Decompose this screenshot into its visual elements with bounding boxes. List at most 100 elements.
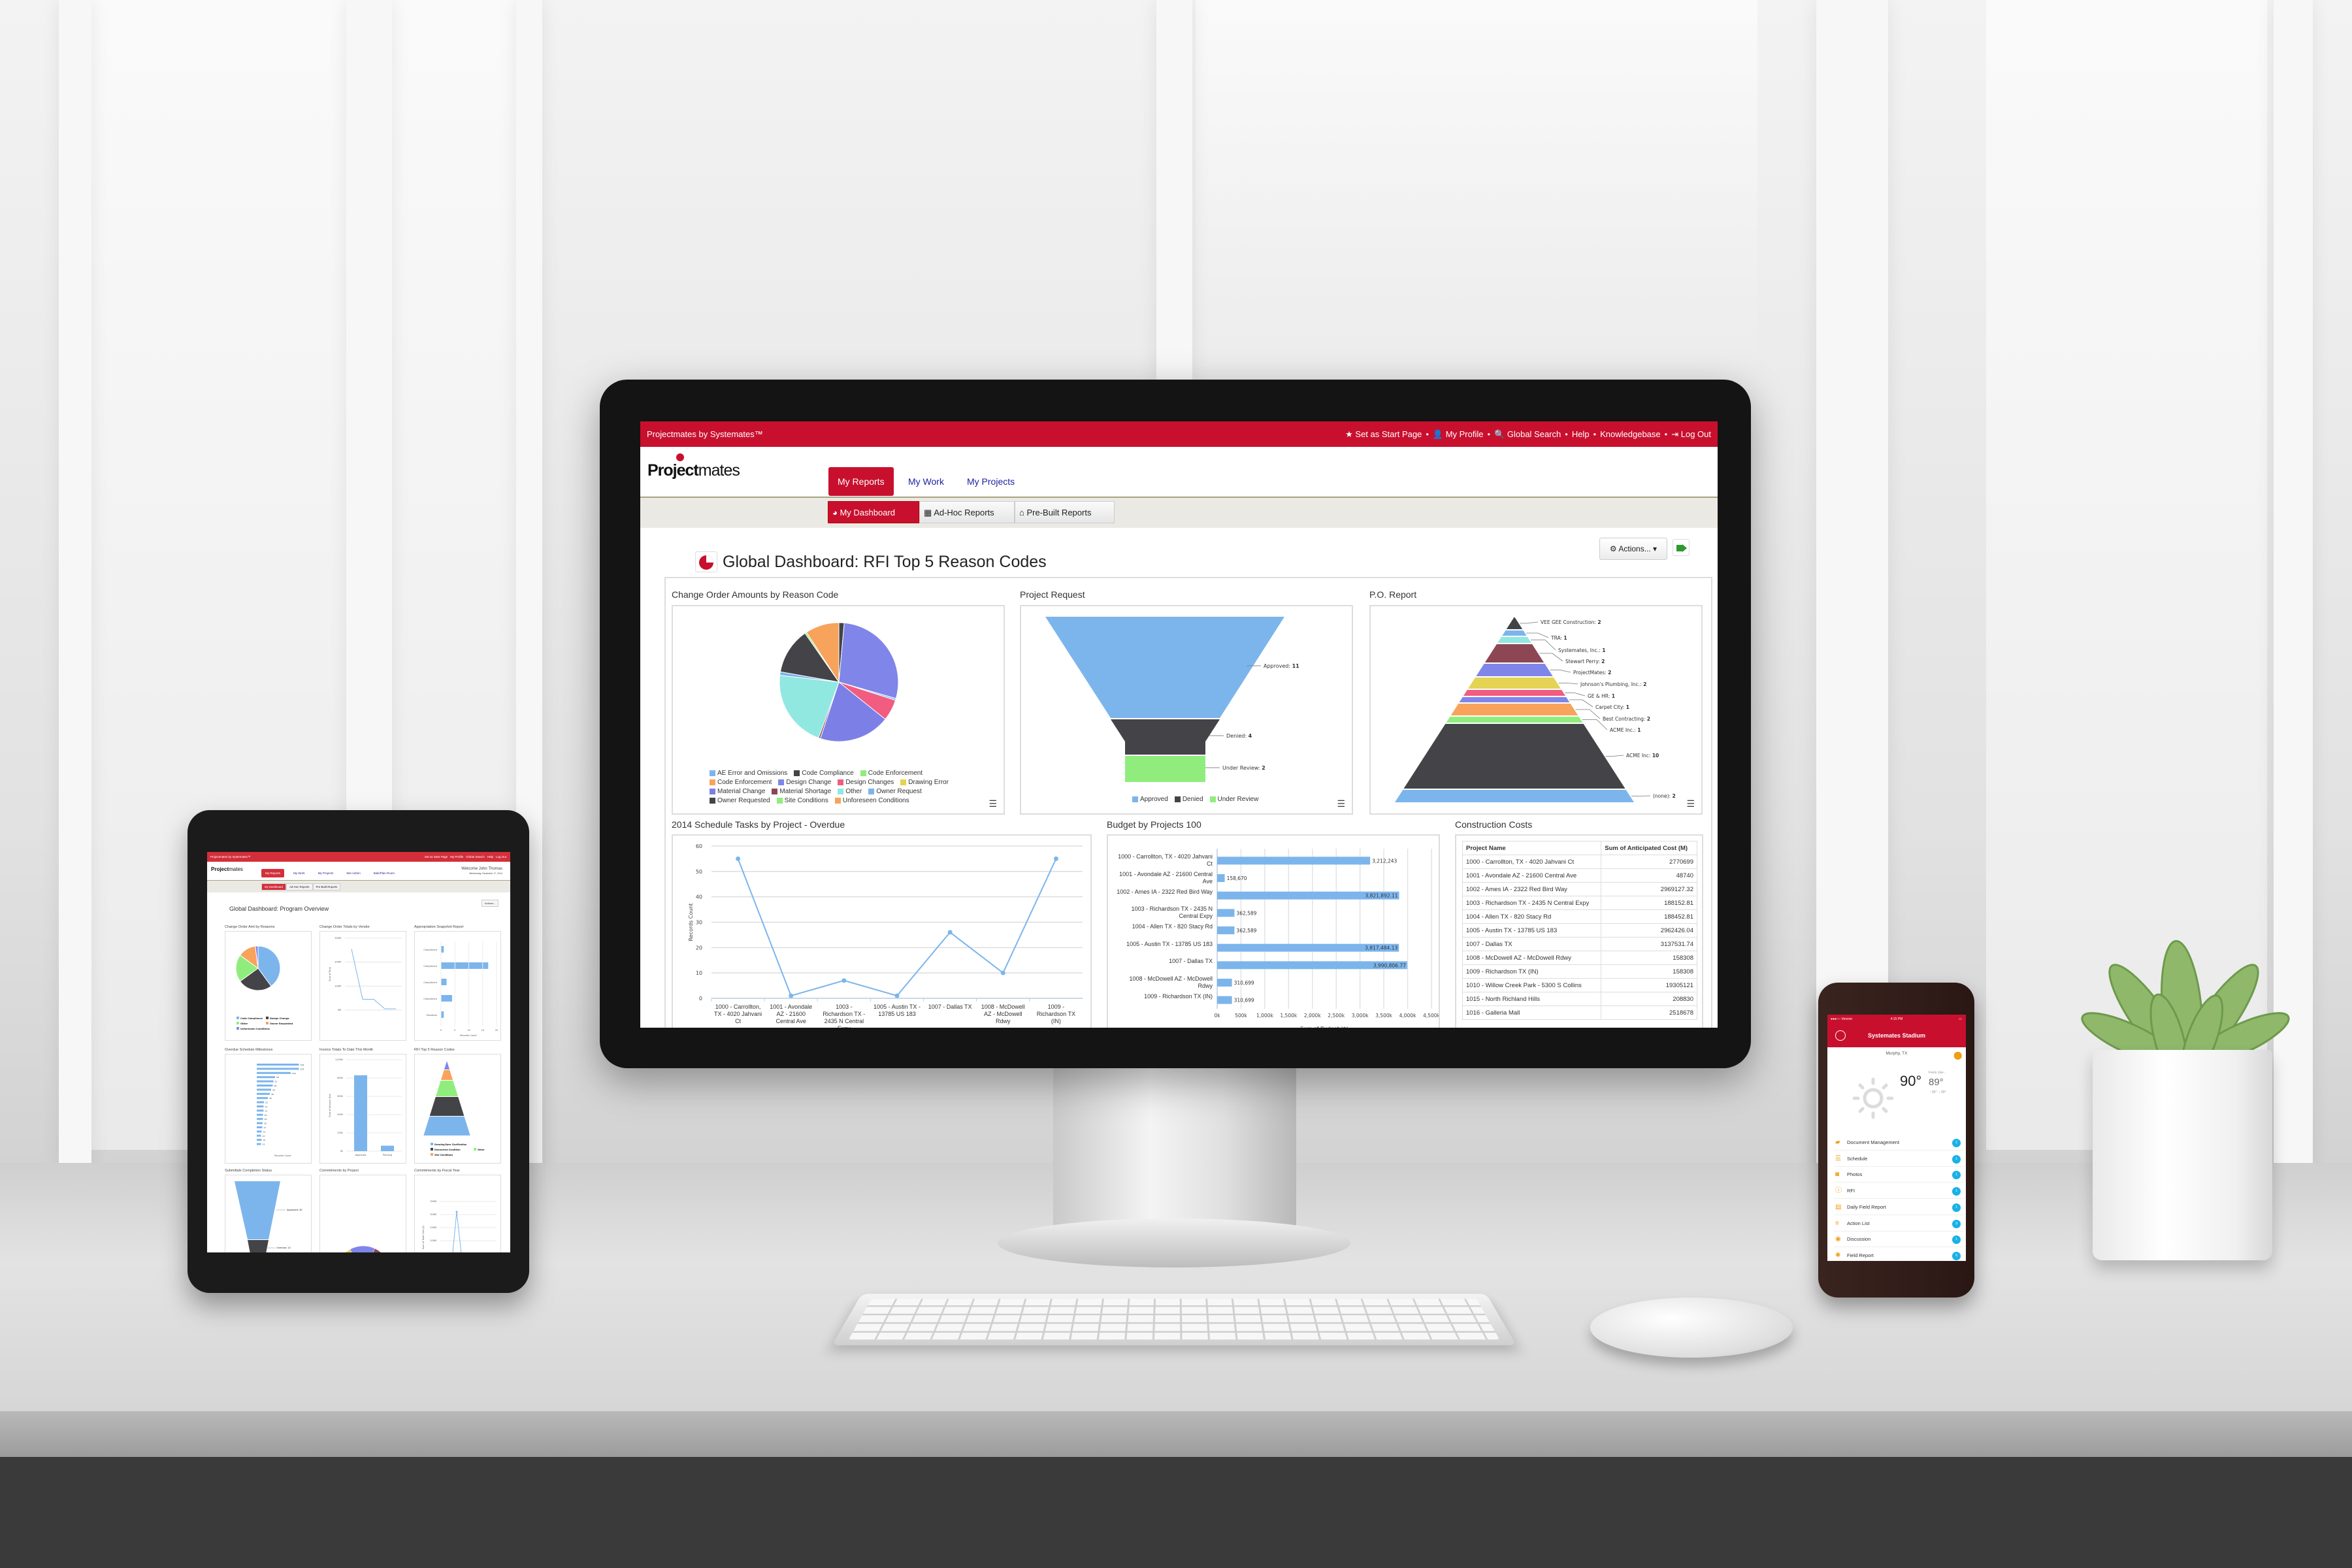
- projectmates-logo[interactable]: Projectmates: [647, 453, 740, 480]
- tab-my-reports[interactable]: My Reports: [828, 467, 894, 496]
- logo-light: mates: [698, 461, 740, 480]
- tablet-subtab[interactable]: Ad-Hoc Reports: [286, 883, 313, 890]
- phone-menu-item[interactable]: ⓘ RFI 1: [1834, 1183, 1965, 1200]
- top-link-set-as-start-page[interactable]: ★ Set as Start Page: [1345, 421, 1422, 447]
- tablet-top-link[interactable]: Set as Start Page: [425, 852, 448, 862]
- data-label: 19: [265, 1114, 267, 1117]
- top-link-global-search[interactable]: 🔍 Global Search: [1494, 421, 1561, 447]
- legend-item[interactable]: Code Enforcement: [860, 770, 923, 777]
- tablet-actions-dropdown[interactable]: Actions...: [482, 900, 499, 907]
- connector-line: [1520, 621, 1539, 624]
- legend-item[interactable]: Code Compliance: [794, 770, 854, 777]
- x-tick-label: 20: [495, 1029, 498, 1032]
- legend-item[interactable]: Under Review: [1209, 796, 1258, 803]
- tablet-panel-title: Change Order Totals by Vendor: [319, 925, 370, 929]
- phone-menu-item[interactable]: ▰ Document Management 2: [1834, 1135, 1965, 1151]
- chart-menu-icon[interactable]: ☰: [988, 798, 997, 809]
- cost-cell: 158308: [1601, 951, 1697, 965]
- video-icon[interactable]: [1673, 539, 1690, 556]
- tab-my-work[interactable]: My Work: [899, 467, 953, 496]
- tablet-tab[interactable]: Site Admin: [342, 869, 365, 877]
- bar: [1217, 926, 1235, 934]
- data-label: 49: [274, 1085, 277, 1087]
- y-tick-label: 0: [699, 996, 702, 1002]
- subtab-pre-built-reports[interactable]: ⌂ Pre-Built Reports: [1015, 501, 1115, 523]
- top-link-help[interactable]: Help: [1572, 421, 1590, 447]
- phone-menu-item[interactable]: ▤ Daily Field Report 1: [1834, 1200, 1965, 1215]
- panel-title: Project Request: [1020, 589, 1085, 600]
- tablet-tab[interactable]: My Projects: [314, 869, 338, 877]
- pyramid-slice: [436, 1081, 458, 1096]
- data-label: TRA: 1: [1550, 635, 1567, 641]
- data-label: GE & HR: 1: [1588, 693, 1615, 699]
- legend-item[interactable]: Design Changes: [838, 779, 894, 786]
- legend-item[interactable]: Material Change: [710, 788, 765, 795]
- actions-dropdown[interactable]: ⚙ Actions... ▾: [1599, 538, 1667, 560]
- tablet-panel: Code Compliance Design Change Other Owner R…: [225, 931, 312, 1041]
- legend-item[interactable]: Denied: [1174, 796, 1203, 803]
- phone-menu-item[interactable]: ≡ Action List 3: [1834, 1216, 1965, 1232]
- phone-menu-item[interactable]: ◉ Discussion 1: [1834, 1232, 1965, 1248]
- phone-menu-item[interactable]: ✺ Field Report 0: [1834, 1248, 1965, 1261]
- legend-item[interactable]: Unforeseen Conditions: [834, 797, 909, 804]
- cost-cell: 2518678: [1601, 1005, 1697, 1020]
- subtab-my-dashboard[interactable]: ◕ My Dashboard: [828, 501, 919, 523]
- data-label: 158,670: [1227, 875, 1247, 881]
- pyramid-slice: [1463, 690, 1565, 696]
- subtab-label: My Dashboard: [840, 508, 896, 517]
- report-icon: ▤: [1835, 1203, 1842, 1211]
- y-tick-label: 20: [696, 945, 702, 951]
- chart-menu-icon[interactable]: ☰: [1337, 798, 1345, 809]
- data-label: 104: [292, 1072, 296, 1075]
- menu-icon[interactable]: [1835, 1030, 1846, 1041]
- tablet-screen: Projectmates by Systemates™ Set as Start…: [207, 852, 510, 1252]
- legend-swatch: [431, 1143, 433, 1145]
- tablet-tab[interactable]: Bids/Plan Room: [370, 869, 399, 877]
- legend-item[interactable]: Other: [838, 788, 862, 795]
- legend-item[interactable]: Approved: [1132, 796, 1168, 803]
- x-tick-label: 1000 - Carrollton, TX - 4020 Jahvani Ct: [714, 1004, 762, 1024]
- tab-my-projects[interactable]: My Projects: [958, 467, 1024, 496]
- legend-item[interactable]: Design Change: [778, 779, 831, 786]
- legend-item[interactable]: Material Shortage: [772, 788, 831, 795]
- legend-swatch: [794, 770, 800, 776]
- tablet-tab[interactable]: My Reports: [261, 869, 285, 877]
- tablet-chart: 0M 100M 200M 300M Sum of Total: [329, 937, 402, 1011]
- y-tick-label: 1007 - Dallas TX: [1169, 958, 1213, 965]
- legend-item[interactable]: Owner Requested: [710, 797, 770, 804]
- tablet-subtab[interactable]: My Dashboard: [261, 883, 286, 890]
- legend-swatch: [237, 1017, 239, 1019]
- top-link-knowledgebase[interactable]: Knowledgebase: [1600, 421, 1661, 447]
- tablet-top-link[interactable]: Global Search: [466, 852, 485, 862]
- data-value: 2: [1262, 765, 1266, 771]
- legend-item[interactable]: Site Conditions: [776, 797, 828, 804]
- legend-label: Owner Requested: [270, 1022, 293, 1025]
- subtab-ad-hoc-reports[interactable]: ▦ Ad-Hoc Reports: [919, 501, 1015, 523]
- legend-item[interactable]: AE Error and Omissions: [710, 770, 787, 777]
- tablet-top-link[interactable]: Help: [487, 852, 493, 862]
- pyramid-slice: [423, 1117, 470, 1135]
- top-link-log-out[interactable]: ⇥ Log Out: [1671, 421, 1711, 447]
- bar: [257, 1130, 262, 1133]
- tablet-chart: Approved: 40 Overdue: 14: [235, 1181, 302, 1252]
- tablet-top-link[interactable]: My Profile: [450, 852, 463, 862]
- bar: [441, 995, 452, 1002]
- battery-icon: ▭: [1959, 1017, 1962, 1021]
- legend-label: Unforeseen Conditions: [842, 797, 909, 804]
- top-link-my-profile[interactable]: 👤 My Profile: [1433, 421, 1484, 447]
- legend-item[interactable]: Code Enforcement: [710, 779, 772, 786]
- phone-menu-item[interactable]: ☰ Schedule 1: [1834, 1151, 1965, 1167]
- cost-cell: 188152.81: [1601, 896, 1697, 910]
- legend-swatch: [1209, 796, 1216, 802]
- tablet-subtab[interactable]: Pre-Built Reports: [312, 883, 341, 890]
- chart-menu-icon[interactable]: ☰: [1686, 798, 1695, 809]
- location-pin-icon[interactable]: ⬤: [1953, 1051, 1962, 1060]
- pie-chart-icon: ◕: [832, 508, 840, 517]
- tablet-top-link[interactable]: Log Out: [496, 852, 506, 862]
- legend-item[interactable]: Owner Request: [868, 788, 922, 795]
- pyramid-slice: [1450, 704, 1578, 715]
- data-label: 310,699: [1234, 998, 1254, 1004]
- phone-menu-item[interactable]: ◙ Photos 1: [1834, 1167, 1965, 1183]
- legend-item[interactable]: Drawing Error: [900, 779, 949, 786]
- tablet-tab[interactable]: My Work: [289, 869, 309, 877]
